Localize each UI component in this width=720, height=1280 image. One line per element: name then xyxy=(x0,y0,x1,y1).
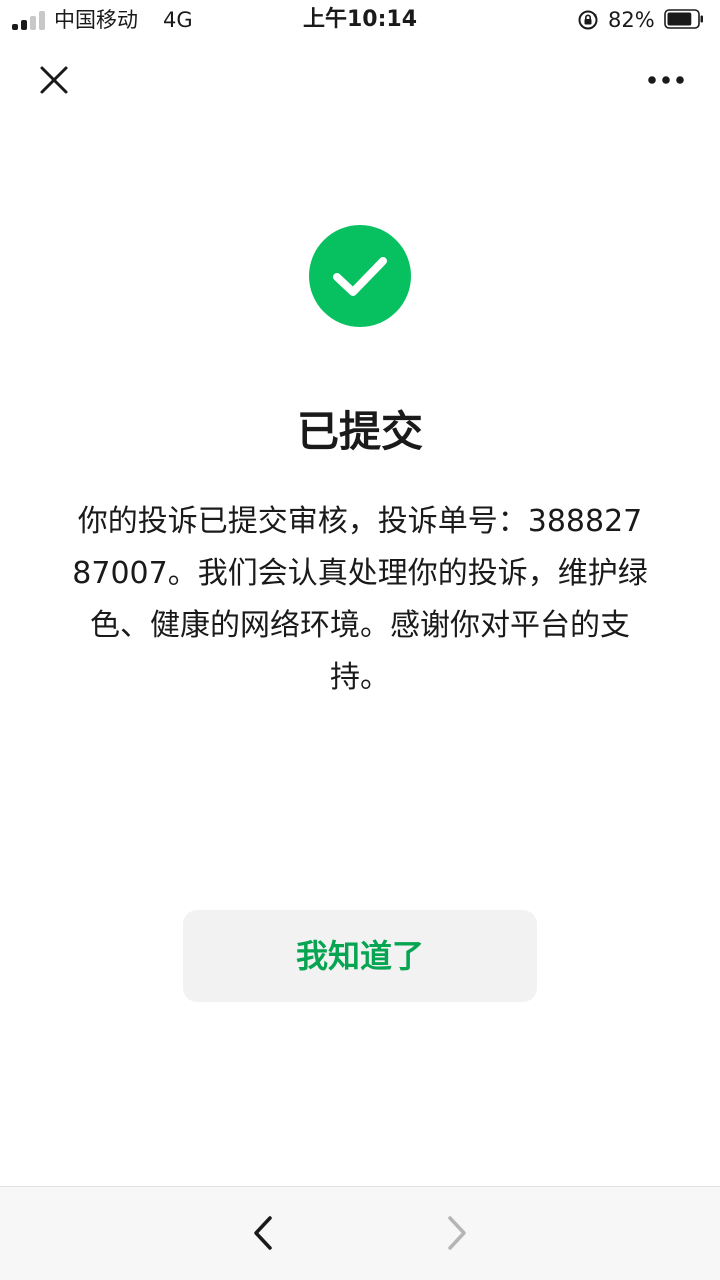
browser-toolbar xyxy=(0,1186,720,1280)
more-dots-icon[interactable] xyxy=(644,64,688,96)
battery-icon xyxy=(664,9,703,29)
chevron-right-icon xyxy=(448,1216,466,1250)
check-circle-icon xyxy=(309,225,411,327)
screen: 中国移动 4G 上午10:14 82% 已提交 你的投诉已提交审核，投诉单号：3… xyxy=(0,0,720,1280)
battery-percent: 82% xyxy=(608,8,655,32)
rotation-lock-icon xyxy=(578,10,598,30)
status-bar: 中国移动 4G 上午10:14 82% xyxy=(0,0,720,40)
close-icon[interactable] xyxy=(34,60,74,100)
result-description: 你的投诉已提交审核，投诉单号：38882787007。我们会认真处理你的投诉，维… xyxy=(72,504,648,695)
chevron-left-icon[interactable] xyxy=(244,1213,284,1253)
confirm-button[interactable]: 我知道了 xyxy=(183,910,537,1002)
result-title: 已提交 xyxy=(296,407,423,456)
